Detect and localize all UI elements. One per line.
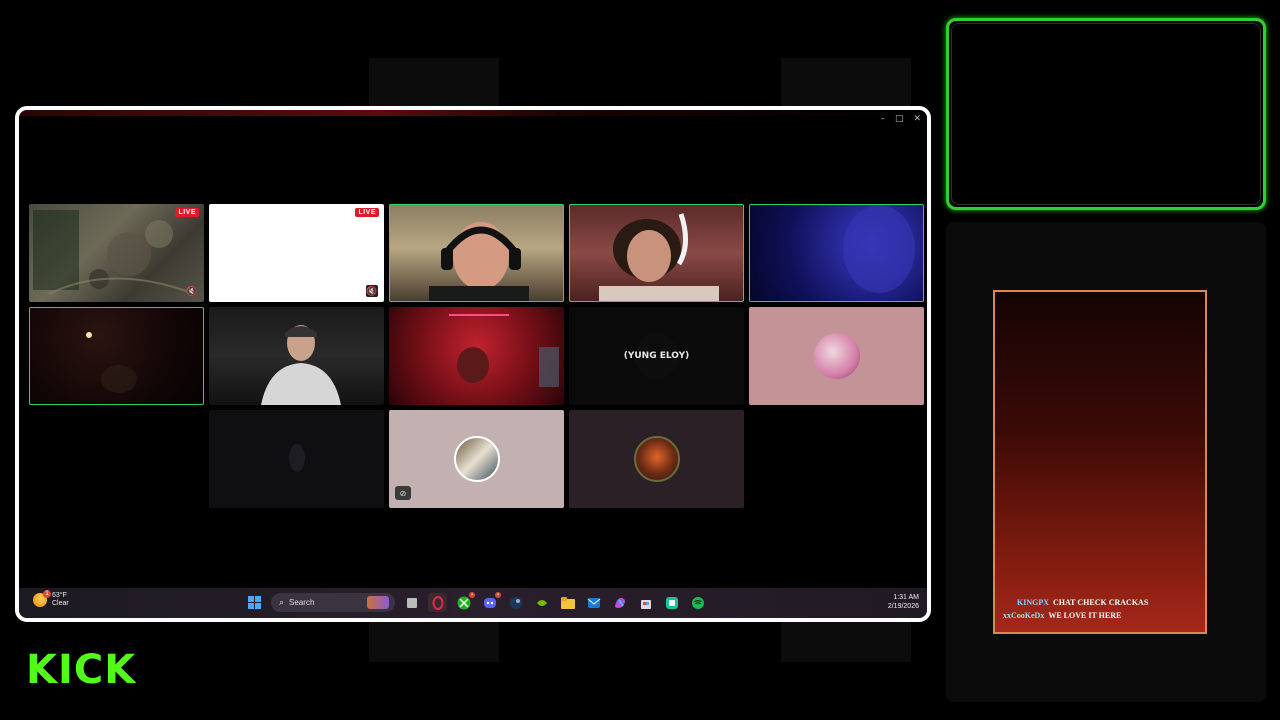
- windows-start-icon[interactable]: [245, 593, 264, 612]
- clock-time: 1:31 AM: [893, 594, 919, 601]
- search-label: Search: [289, 598, 315, 607]
- chat-message: xxCooKeDx WE LOVE IT HERE: [1003, 609, 1148, 622]
- avatar: [813, 333, 860, 379]
- teams-icon[interactable]: [662, 593, 681, 612]
- opera-gx-icon[interactable]: [428, 593, 447, 612]
- store-icon[interactable]: [636, 593, 655, 612]
- map-stream-thumbnail: [33, 210, 190, 295]
- live-badge: LIVE: [355, 208, 379, 217]
- video-tile-group-avatar[interactable]: ⊘: [389, 410, 564, 508]
- copilot-icon[interactable]: [610, 593, 629, 612]
- background-panel: [781, 622, 911, 662]
- spotify-icon[interactable]: [688, 593, 707, 612]
- chat-message: KINGPX CHAT CHECK CRACKAS: [1003, 596, 1148, 609]
- chat-text: WE LOVE IT HERE: [1048, 611, 1122, 620]
- nvidia-icon[interactable]: [532, 593, 551, 612]
- taskbar-apps: ⌕ Search • •: [245, 592, 707, 612]
- windows-taskbar: 1 63°F Clear ⌕ Search • • 1:31 AM 2/19/2…: [19, 588, 927, 618]
- participant-video: [843, 205, 915, 293]
- search-highlight-icon: [367, 596, 389, 609]
- participant-video: [599, 213, 719, 302]
- video-tile-dark-room[interactable]: [29, 307, 204, 405]
- video-tile-hoodie-man[interactable]: [209, 307, 384, 405]
- minimize-button[interactable]: –: [880, 114, 885, 124]
- background-panel: [369, 58, 499, 106]
- live-badge: LIVE: [175, 208, 199, 217]
- moon-icon: 1: [33, 590, 51, 607]
- video-tile-map-stream[interactable]: LIVE 🔇: [29, 204, 204, 302]
- avatar: [633, 436, 680, 482]
- xbox-icon[interactable]: •: [454, 592, 475, 612]
- maximize-button[interactable]: □: [895, 114, 904, 124]
- video-tile-yung-eloy[interactable]: (YUNG ELOY): [569, 307, 744, 405]
- taskbar-search[interactable]: ⌕ Search: [271, 593, 395, 612]
- outlook-icon[interactable]: [584, 593, 603, 612]
- discord-icon[interactable]: •: [480, 592, 501, 612]
- weather-temperature: 63°F: [52, 592, 67, 599]
- chat-username: KINGPX: [1017, 598, 1049, 607]
- participant-video: [449, 314, 559, 387]
- chat-username: xxCooKeDx: [1003, 611, 1045, 620]
- notification-badge: •: [469, 592, 475, 598]
- participant-video: [261, 325, 341, 405]
- window-controls: – □ ✕: [880, 114, 921, 124]
- webcam-frame: [946, 18, 1266, 210]
- chat-messages: KINGPX CHAT CHECK CRACKAS xxCooKeDx WE LOV…: [1003, 596, 1148, 622]
- background-panel: [369, 622, 499, 662]
- chat-text: CHAT CHECK CRACKAS: [1053, 598, 1149, 607]
- video-tile-blue-light[interactable]: [749, 204, 924, 302]
- video-tile-dark-figure[interactable]: [209, 410, 384, 508]
- search-icon: ⌕: [279, 597, 285, 607]
- weather-condition: Clear: [52, 600, 69, 607]
- video-tile-pink-avatar[interactable]: [749, 307, 924, 405]
- window-title-bar: [19, 110, 927, 116]
- system-clock[interactable]: 1:31 AM 2/19/2026: [888, 593, 919, 611]
- steam-icon[interactable]: [506, 593, 525, 612]
- video-tile-red-room[interactable]: [389, 307, 564, 405]
- video-tile-logo-avatar[interactable]: [569, 410, 744, 508]
- clock-date: 2/19/2026: [887, 603, 919, 610]
- participant-name: (YUNG ELOY): [623, 351, 690, 361]
- participant-video: [429, 222, 529, 302]
- discord-call-window: – □ ✕ LIVE 🔇 LIVE 🔇 (YUNG ELOY) ⊘ 1 63°F…: [15, 106, 931, 622]
- chat-overlay: KINGPX CHAT CHECK CRACKAS xxCooKeDx WE LOV…: [993, 290, 1207, 634]
- task-view-icon[interactable]: [402, 593, 421, 612]
- participant-video: [86, 332, 137, 393]
- close-button[interactable]: ✕: [913, 114, 921, 124]
- participant-video: [289, 444, 305, 472]
- background-panel: [781, 58, 911, 106]
- video-tile-headset-man[interactable]: [389, 204, 564, 302]
- camera-off-icon[interactable]: ⊘: [395, 486, 411, 500]
- notification-badge: 1: [43, 590, 51, 598]
- file-explorer-icon[interactable]: [558, 593, 577, 612]
- video-tile-white-stream[interactable]: LIVE 🔇: [209, 204, 384, 302]
- speaker-muted-icon[interactable]: 🔇: [366, 285, 378, 297]
- avatar: [453, 436, 500, 482]
- weather-widget[interactable]: 1 63°F Clear: [33, 590, 69, 608]
- notification-badge: •: [495, 592, 501, 598]
- speaker-muted-icon[interactable]: 🔇: [186, 285, 198, 297]
- video-tile-curly-hair[interactable]: [569, 204, 744, 302]
- kick-logo: KICK: [26, 647, 137, 693]
